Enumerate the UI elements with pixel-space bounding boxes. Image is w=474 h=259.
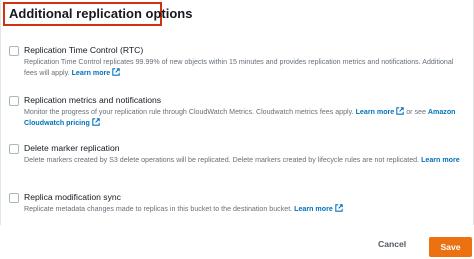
replica-sync-checkbox[interactable] [9,193,19,203]
option-title: Replica modification sync [24,192,121,202]
replication-options-panel: Additional replication options Replicati… [0,0,474,226]
external-link-icon [112,68,120,76]
cancel-button[interactable]: Cancel [378,239,406,249]
option-description: Replicate metadata changes made to repli… [24,204,464,215]
option-title: Replication metrics and notifications [24,95,162,105]
learn-more-link[interactable]: Learn more [356,107,405,116]
external-link-icon [396,107,404,115]
option-description: Monitor the progress of your replication… [24,107,456,127]
option-title: Replication Time Control (RTC) [24,45,144,55]
option-title: Delete marker replication [24,143,120,153]
external-link-icon [335,204,343,212]
metrics-checkbox[interactable] [9,96,19,106]
option-description: Delete markers created by S3 delete oper… [24,156,460,164]
option-description: Replication Time Control replicates 99.9… [24,58,454,77]
external-link-icon [92,118,100,126]
delete-marker-checkbox[interactable] [9,144,19,154]
section-title: Additional replication options [9,6,193,21]
learn-more-link[interactable]: Learn more [421,156,460,164]
save-button[interactable]: Save [429,237,472,257]
rtc-checkbox[interactable] [9,46,19,56]
learn-more-link[interactable]: Learn more [294,204,343,213]
learn-more-link[interactable]: Learn more [72,68,121,77]
